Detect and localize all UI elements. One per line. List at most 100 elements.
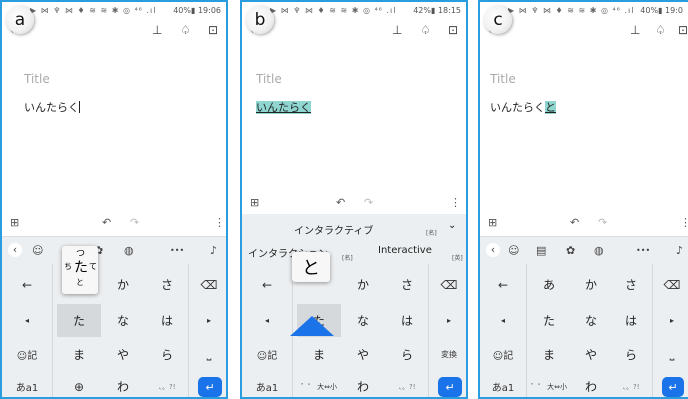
- left-arrow-key[interactable]: ←: [246, 268, 288, 301]
- key-wa[interactable]: わ: [103, 370, 143, 397]
- clipboard-icon[interactable]: ▤: [536, 244, 546, 257]
- add-box-icon[interactable]: ⊞: [10, 216, 19, 229]
- candidate-right[interactable]: Interactive: [378, 245, 432, 256]
- key-wa[interactable]: わ: [343, 370, 383, 397]
- punctuation-key[interactable]: 、。?!: [147, 370, 187, 397]
- microphone-icon[interactable]: ♪: [676, 244, 683, 257]
- sticker-icon[interactable]: ☺: [32, 244, 43, 257]
- key-ha[interactable]: は: [387, 304, 427, 337]
- archive-icon[interactable]: ⊡: [678, 23, 688, 37]
- key-ka[interactable]: か: [343, 268, 383, 301]
- convert-key[interactable]: 変換: [432, 338, 466, 371]
- undo-icon[interactable]: ↶: [570, 216, 579, 229]
- backspace-key[interactable]: ⌫: [192, 268, 226, 301]
- title-field[interactable]: Title: [490, 72, 516, 86]
- cursor-right-key[interactable]: ▸: [192, 304, 226, 337]
- emoji-symbol-key[interactable]: ☺記: [484, 338, 522, 371]
- reminder-bell-icon[interactable]: ♤: [180, 23, 191, 37]
- input-mode-key[interactable]: あa1: [246, 370, 288, 397]
- backspace-key[interactable]: ⌫: [432, 268, 466, 301]
- keyboard: ← あ か さ ⌫ ◂ た な は ▸ ☺記 ま や ら ⎵ あa1 ゛゜ 大⇔…: [480, 264, 688, 397]
- punctuation-key[interactable]: 、。?!: [387, 370, 427, 397]
- punctuation-key[interactable]: 、。?!: [612, 370, 650, 397]
- pin-icon[interactable]: ⊥: [152, 23, 162, 37]
- input-mode-key[interactable]: あa1: [484, 370, 522, 397]
- reminder-bell-icon[interactable]: ♤: [655, 23, 666, 37]
- pin-icon[interactable]: ⊥: [392, 23, 402, 37]
- theme-palette-icon[interactable]: ◍: [594, 244, 604, 257]
- key-ya[interactable]: や: [572, 338, 610, 371]
- note-body-field[interactable]: いんたらくと: [490, 99, 556, 115]
- pin-icon[interactable]: ⊥: [630, 23, 640, 37]
- title-field[interactable]: Title: [24, 72, 50, 86]
- theme-palette-icon[interactable]: ◍: [124, 244, 134, 257]
- collapse-chevron-icon[interactable]: ‹: [8, 243, 22, 257]
- note-body-field[interactable]: いんたらく: [24, 99, 80, 115]
- input-mode-key[interactable]: あa1: [6, 370, 48, 397]
- key-sa[interactable]: さ: [387, 268, 427, 301]
- more-vert-icon[interactable]: ⋮: [214, 216, 225, 229]
- key-ma[interactable]: ま: [297, 338, 341, 371]
- key-wa[interactable]: わ: [572, 370, 610, 397]
- note-body-field[interactable]: いんたらく: [256, 99, 311, 115]
- key-ha[interactable]: は: [612, 304, 650, 337]
- backspace-key[interactable]: ⌫: [656, 268, 688, 301]
- add-box-icon[interactable]: ⊞: [250, 196, 259, 209]
- key-ka[interactable]: か: [572, 268, 610, 301]
- archive-icon[interactable]: ⊡: [448, 23, 458, 37]
- redo-icon[interactable]: ↷: [130, 216, 139, 229]
- sticker-icon[interactable]: ☺: [508, 244, 519, 257]
- settings-gear-icon[interactable]: ✿: [566, 244, 575, 257]
- key-na[interactable]: な: [343, 304, 383, 337]
- cursor-left-key[interactable]: ◂: [484, 304, 522, 337]
- key-ma[interactable]: ま: [530, 338, 568, 371]
- cursor-right-key[interactable]: ▸: [432, 304, 466, 337]
- key-sa[interactable]: さ: [612, 268, 650, 301]
- emoji-symbol-key[interactable]: ☺記: [6, 338, 48, 371]
- key-ta[interactable]: た: [530, 304, 568, 337]
- dakuten-key[interactable]: ゛゜ 大⇔小: [297, 370, 341, 397]
- undo-icon[interactable]: ↶: [336, 196, 345, 209]
- key-ra[interactable]: ら: [387, 338, 427, 371]
- redo-icon[interactable]: ↷: [598, 216, 607, 229]
- expand-candidates-icon[interactable]: ⌄: [448, 220, 456, 231]
- key-ya[interactable]: や: [343, 338, 383, 371]
- key-ha[interactable]: は: [147, 304, 187, 337]
- more-dots-icon[interactable]: •••: [636, 246, 650, 255]
- cursor-right-key[interactable]: ▸: [656, 304, 688, 337]
- key-ya[interactable]: や: [103, 338, 143, 371]
- key-sa[interactable]: さ: [147, 268, 187, 301]
- microphone-icon[interactable]: ♪: [210, 244, 217, 257]
- key-a[interactable]: あ: [530, 268, 568, 301]
- left-arrow-key[interactable]: ←: [6, 268, 48, 301]
- reminder-bell-icon[interactable]: ♤: [420, 23, 431, 37]
- more-dots-icon[interactable]: •••: [170, 246, 184, 255]
- key-ta[interactable]: た: [57, 304, 101, 337]
- more-vert-icon[interactable]: ⋮: [450, 196, 461, 209]
- more-vert-icon[interactable]: ⋮: [680, 216, 688, 229]
- archive-icon[interactable]: ⊡: [208, 23, 218, 37]
- title-field[interactable]: Title: [256, 72, 282, 86]
- key-ra[interactable]: ら: [612, 338, 650, 371]
- enter-key[interactable]: ↵: [198, 377, 222, 397]
- key-ma[interactable]: ま: [57, 338, 101, 371]
- cursor-left-key[interactable]: ◂: [6, 304, 48, 337]
- space-key[interactable]: ⎵: [656, 338, 688, 371]
- enter-key[interactable]: ↵: [438, 377, 462, 397]
- key-na[interactable]: な: [572, 304, 610, 337]
- collapse-chevron-icon[interactable]: ‹: [486, 243, 500, 257]
- emoji-symbol-key[interactable]: ☺記: [246, 338, 288, 371]
- space-key[interactable]: ⎵: [192, 338, 226, 371]
- left-arrow-key[interactable]: ←: [484, 268, 522, 301]
- key-na[interactable]: な: [103, 304, 143, 337]
- key-ra[interactable]: ら: [147, 338, 187, 371]
- key-ka[interactable]: か: [103, 268, 143, 301]
- undo-icon[interactable]: ↶: [102, 216, 111, 229]
- candidate-top[interactable]: インタラクティブ: [294, 222, 373, 237]
- enter-key[interactable]: ↵: [662, 377, 684, 397]
- redo-icon[interactable]: ↷: [364, 196, 373, 209]
- cursor-left-key[interactable]: ◂: [246, 304, 288, 337]
- add-box-icon[interactable]: ⊞: [488, 216, 497, 229]
- dakuten-key[interactable]: ゛゜ 大⇔小: [530, 370, 568, 397]
- globe-key[interactable]: ⊕: [57, 370, 101, 397]
